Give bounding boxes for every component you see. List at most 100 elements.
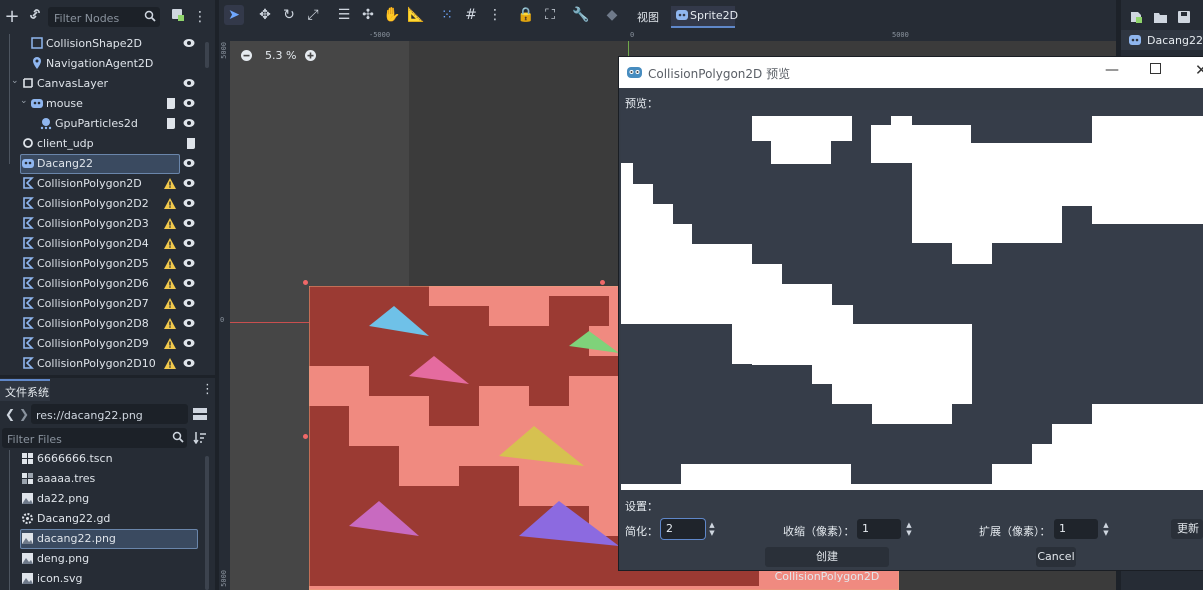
- maximize-icon[interactable]: [1150, 63, 1161, 77]
- file-list-item[interactable]: da22.png: [0, 489, 205, 509]
- tree-row-collisionpolygon2d[interactable]: CollisionPolygon2D7: [0, 294, 205, 314]
- warning-icon[interactable]: [164, 238, 176, 249]
- tree-row-collisionpolygon2d[interactable]: CollisionPolygon2D2: [0, 194, 205, 214]
- visibility-eye-icon[interactable]: [183, 278, 195, 288]
- tree-row-collisionpolygon2d[interactable]: CollisionPolygon2D6: [0, 274, 205, 294]
- view-menu[interactable]: 视图: [637, 9, 659, 25]
- simplify-label: 简化：: [625, 525, 658, 538]
- tree-row-collisionpolygon2d[interactable]: CollisionPolygon2D9: [0, 334, 205, 354]
- select-mode-icon[interactable]: ➤: [224, 5, 244, 25]
- visibility-eye-icon[interactable]: [183, 198, 195, 208]
- filter-nodes-field[interactable]: [48, 7, 160, 27]
- sort-icon[interactable]: [193, 431, 207, 447]
- pan-hand-icon[interactable]: ✋: [382, 5, 402, 25]
- save-icon[interactable]: [1178, 11, 1190, 26]
- new-resource-icon[interactable]: [1130, 11, 1142, 26]
- open-folder-icon[interactable]: [1154, 11, 1167, 26]
- lock-icon[interactable]: 🔒: [516, 5, 536, 25]
- tree-row-collisionpolygon2d[interactable]: CollisionPolygon2D3: [0, 214, 205, 234]
- filter-nodes-input[interactable]: [52, 9, 138, 27]
- visibility-eye-icon[interactable]: [183, 318, 195, 328]
- warning-icon[interactable]: [164, 178, 176, 189]
- visibility-eye-icon[interactable]: [183, 178, 195, 188]
- warning-icon[interactable]: [164, 298, 176, 309]
- warning-icon[interactable]: [164, 258, 176, 269]
- minimize-icon[interactable]: —: [1105, 62, 1119, 78]
- dialog-titlebar[interactable]: CollisionPolygon2D 预览 — ✕: [619, 57, 1203, 88]
- tree-row-collisionpolygon2d[interactable]: CollisionPolygon2D: [0, 174, 205, 194]
- list-select-icon[interactable]: ☰: [334, 5, 354, 25]
- shrink-spinbox[interactable]: 1: [857, 519, 901, 539]
- path-field[interactable]: [31, 404, 188, 424]
- file-list-item[interactable]: 6666666.tscn: [0, 449, 205, 469]
- visibility-eye-icon[interactable]: [183, 358, 195, 368]
- bones-icon[interactable]: 🔧: [571, 5, 591, 25]
- file-name: deng.png: [37, 552, 90, 565]
- filter-files-input[interactable]: [5, 430, 149, 448]
- rotate-mode-icon[interactable]: ↻: [279, 5, 299, 25]
- warning-icon[interactable]: [164, 198, 176, 209]
- visibility-eye-icon[interactable]: [183, 298, 195, 308]
- warning-icon[interactable]: [164, 278, 176, 289]
- pivot-icon[interactable]: ✣: [358, 5, 378, 25]
- grow-spinbox[interactable]: 1: [1054, 519, 1098, 539]
- grow-stepper-icon[interactable]: ▲ ▼: [1101, 521, 1111, 537]
- cancel-button[interactable]: Cancel: [1036, 547, 1076, 567]
- more-options-icon[interactable]: ⋮: [190, 7, 210, 27]
- sprite2d-menu-tab[interactable]: Sprite2D: [671, 6, 738, 28]
- filter-files-field[interactable]: [2, 428, 187, 448]
- tree-row-collisionpolygon2d[interactable]: CollisionPolygon2D10: [0, 354, 205, 373]
- move-mode-icon[interactable]: ✥: [255, 5, 275, 25]
- update-preview-button[interactable]: 更新预: [1171, 519, 1203, 539]
- visibility-eye-icon[interactable]: [183, 238, 195, 248]
- scale-mode-icon[interactable]: ⤢: [303, 5, 323, 25]
- create-collision-polygon-button[interactable]: 创建 CollisionPolygon2D: [765, 547, 889, 583]
- file-list-item[interactable]: deng.png: [0, 549, 205, 569]
- zoom-level[interactable]: 5.3 %: [265, 49, 296, 62]
- files-scrollbar[interactable]: [205, 456, 209, 590]
- close-icon[interactable]: ✕: [1195, 61, 1203, 79]
- warning-icon[interactable]: [164, 338, 176, 349]
- file-list-item[interactable]: dacang22.png: [0, 529, 205, 549]
- shrink-stepper-icon[interactable]: ▲ ▼: [904, 521, 914, 537]
- file-list-item[interactable]: icon.svg: [0, 569, 205, 589]
- group-icon[interactable]: ⛶: [540, 5, 560, 25]
- handle-top[interactable]: [600, 280, 605, 285]
- simplify-spinbox[interactable]: 2: [661, 519, 705, 539]
- camera-override-icon[interactable]: ◆: [602, 5, 622, 25]
- add-node-icon[interactable]: +: [2, 7, 22, 27]
- tree-row-collisionpolygon2d[interactable]: CollisionPolygon2D5: [0, 254, 205, 274]
- zoom-in-icon[interactable]: [305, 50, 316, 64]
- visibility-eye-icon[interactable]: [183, 338, 195, 348]
- file-list-item[interactable]: aaaaa.tres: [0, 469, 205, 489]
- ruler-top: -5000 0 5000: [219, 30, 1116, 41]
- grid-snap-icon[interactable]: #: [461, 5, 481, 25]
- tree-row-collisionpolygon2d[interactable]: CollisionPolygon2D4: [0, 234, 205, 254]
- snap-options-icon[interactable]: ⋮: [485, 5, 505, 25]
- instance-scene-icon[interactable]: [167, 7, 187, 27]
- handle-top-left[interactable]: [303, 280, 308, 285]
- warning-icon[interactable]: [164, 218, 176, 229]
- back-arrow-icon[interactable]: ❮: [5, 407, 15, 421]
- smart-snap-icon[interactable]: ⁙: [437, 5, 457, 25]
- shrink-value: 1: [862, 522, 869, 535]
- tab-filesystem[interactable]: 文件系统: [0, 379, 50, 401]
- cancel-button-label: Cancel: [1037, 550, 1075, 563]
- zoom-out-icon[interactable]: [241, 50, 252, 64]
- tree-row-collisionpolygon2d[interactable]: CollisionPolygon2D8: [0, 314, 205, 334]
- split-view-icon[interactable]: [193, 408, 207, 423]
- handle-left[interactable]: [303, 434, 308, 439]
- simplify-stepper-icon[interactable]: ▲ ▼: [707, 521, 717, 537]
- warning-icon[interactable]: [164, 358, 176, 369]
- inspector-object-row[interactable]: Dacang22: [1121, 30, 1203, 50]
- visibility-eye-icon[interactable]: [183, 218, 195, 228]
- path-input[interactable]: [34, 406, 178, 424]
- more-options-icon[interactable]: ⋮: [201, 382, 214, 397]
- warning-icon[interactable]: [164, 318, 176, 329]
- link-icon[interactable]: [25, 7, 45, 27]
- scene-scrollbar[interactable]: [205, 42, 209, 68]
- file-list-item[interactable]: Dacang22.gd: [0, 509, 205, 529]
- visibility-eye-icon[interactable]: [183, 258, 195, 268]
- forward-arrow-icon[interactable]: ❯: [19, 407, 29, 421]
- ruler-icon[interactable]: 📐: [406, 5, 426, 25]
